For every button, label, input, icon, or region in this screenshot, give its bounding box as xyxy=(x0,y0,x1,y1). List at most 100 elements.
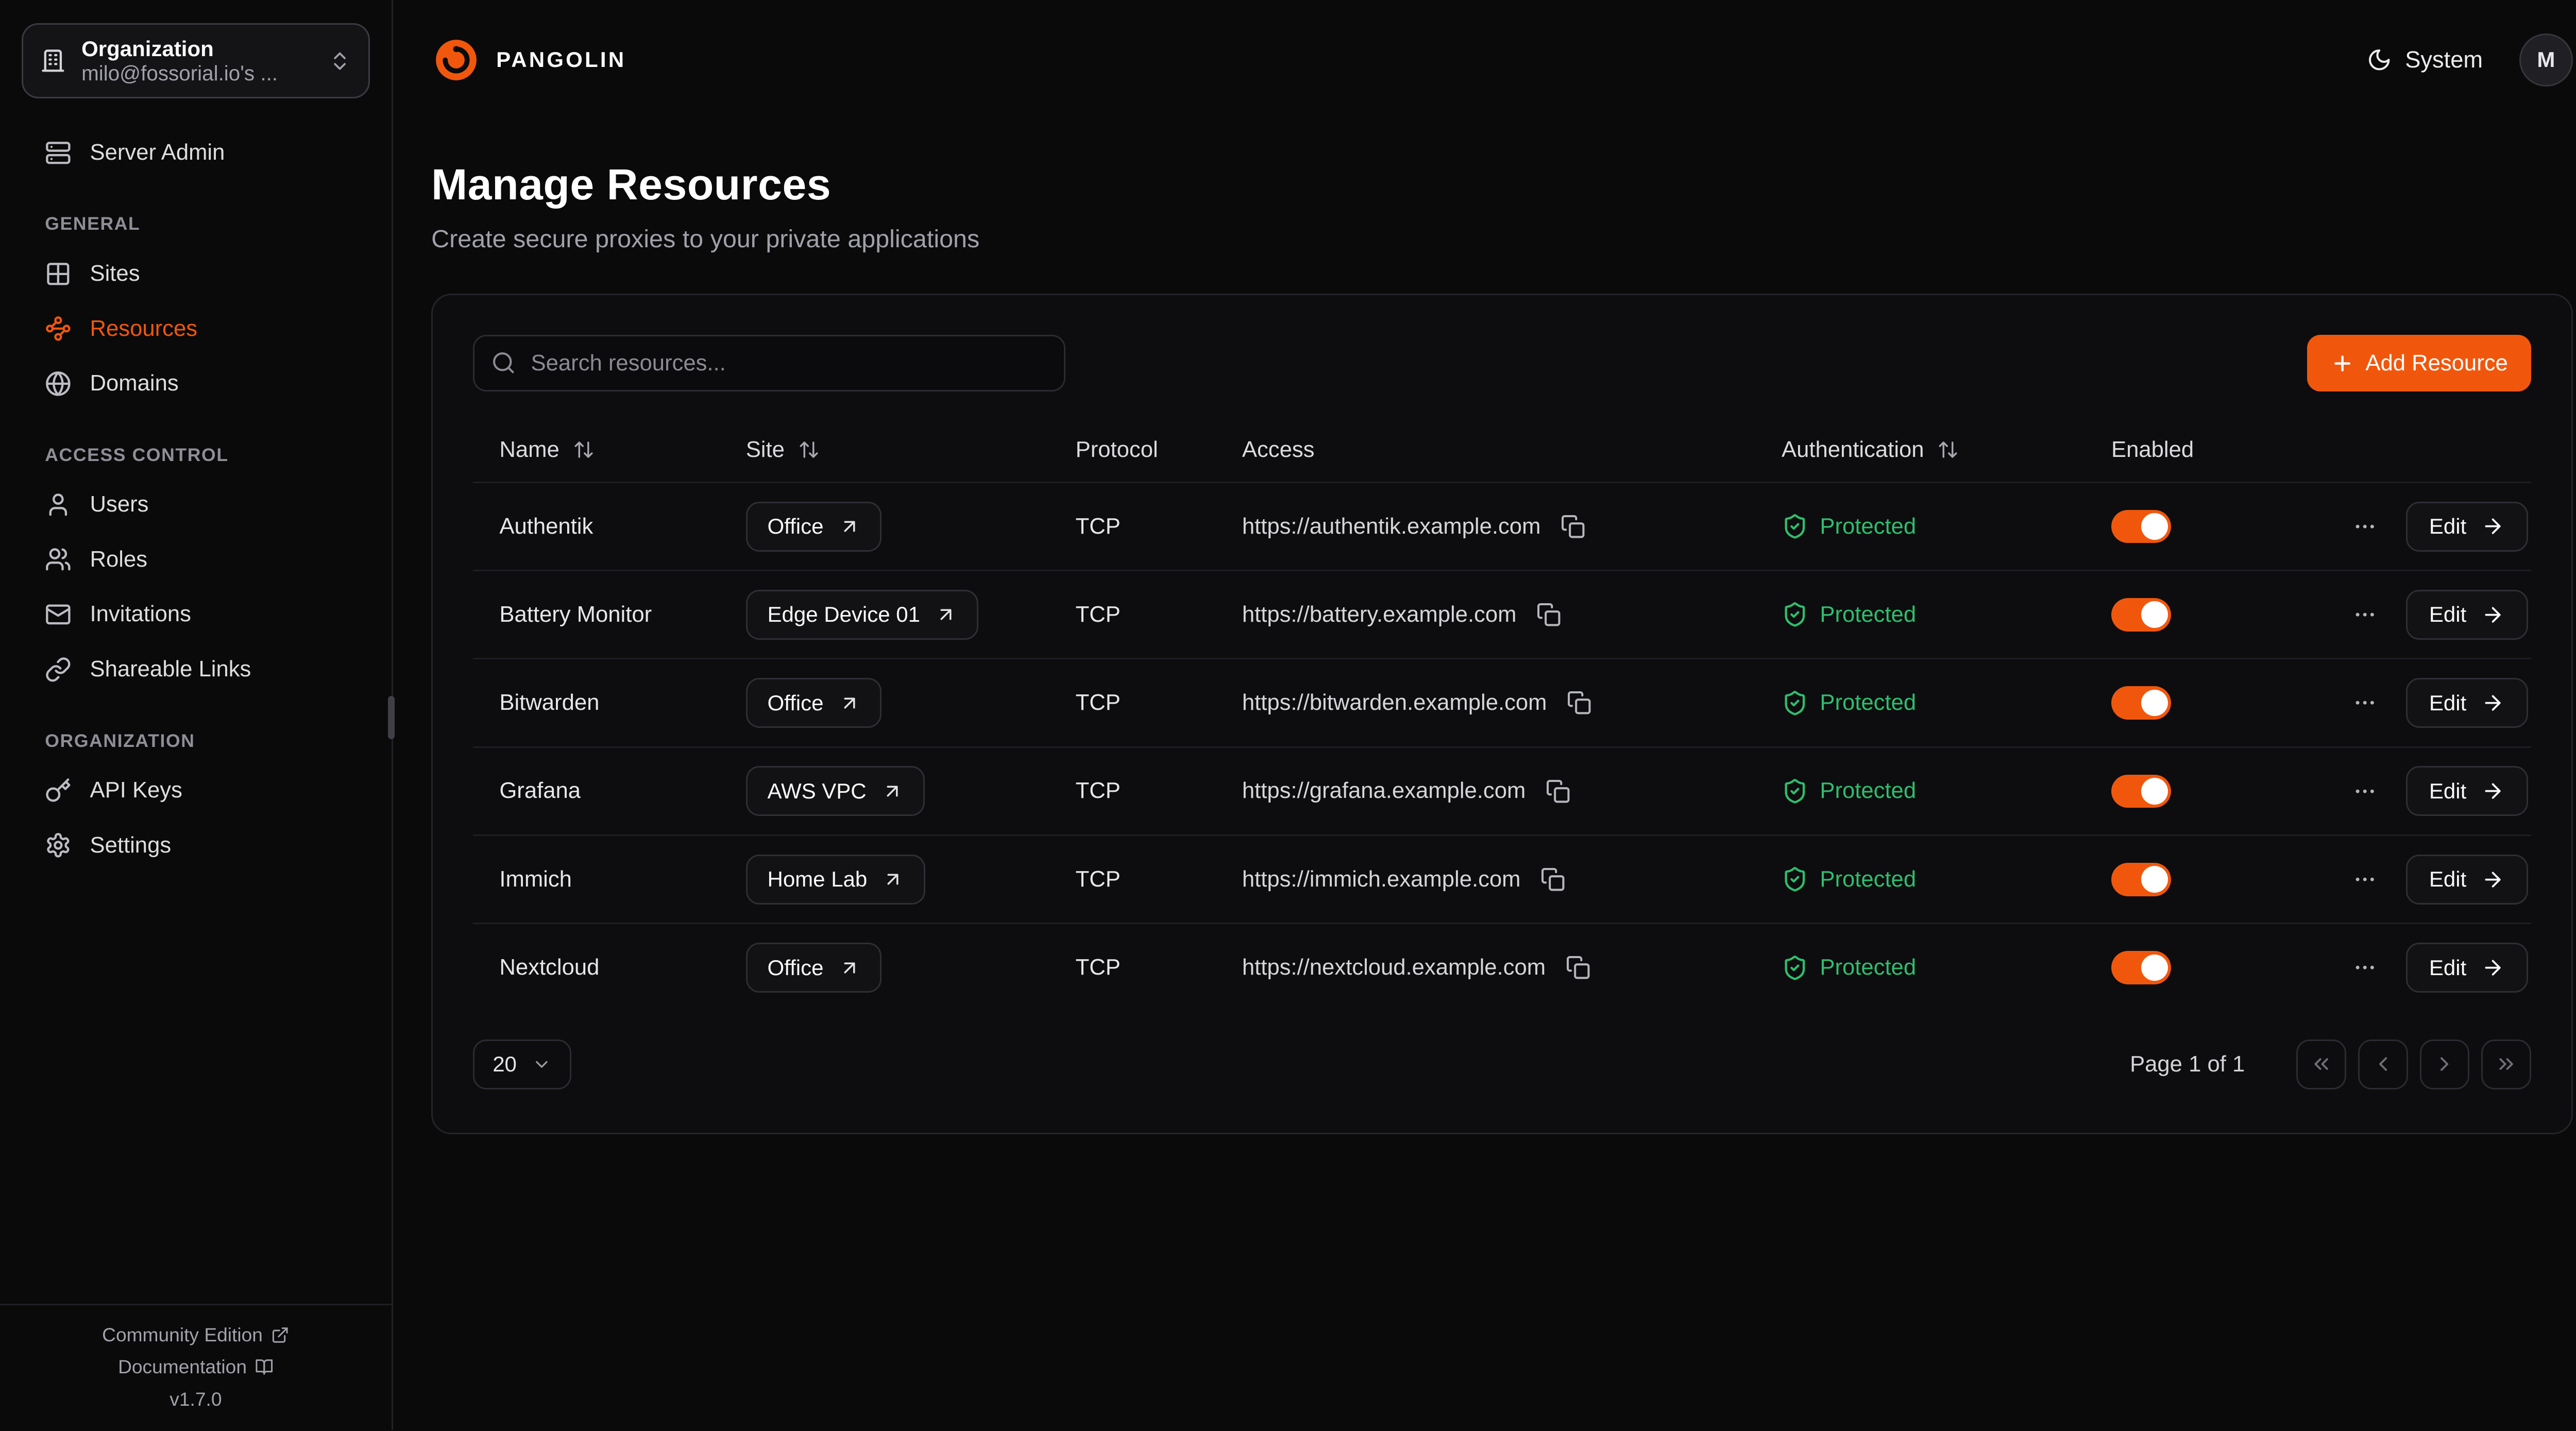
copy-url-button[interactable] xyxy=(1539,772,1577,810)
enabled-toggle[interactable] xyxy=(2111,863,2171,896)
sort-name-button[interactable] xyxy=(569,436,598,464)
last-page-button[interactable] xyxy=(2481,1040,2531,1089)
site-link-button[interactable]: AWS VPC xyxy=(746,766,925,816)
site-link-button[interactable]: Home Lab xyxy=(746,855,925,905)
topbar-right: System M xyxy=(2367,33,2573,87)
avatar[interactable]: M xyxy=(2519,33,2572,87)
org-text: Organization milo@fossorial.io's ... xyxy=(81,37,313,86)
actions-cell: Edit xyxy=(2321,943,2531,993)
toggle-knob xyxy=(2141,955,2168,981)
column-label: Access xyxy=(1242,437,1315,463)
sidebar-item-label: Server Admin xyxy=(90,140,225,165)
site-link-button[interactable]: Office xyxy=(746,943,882,993)
row-menu-button[interactable] xyxy=(2346,772,2384,810)
chevron-down-icon xyxy=(532,1054,552,1075)
column-label: Enabled xyxy=(2111,437,2194,463)
edit-label: Edit xyxy=(2429,956,2466,980)
edit-label: Edit xyxy=(2429,514,2466,539)
authentication-cell: Protected xyxy=(1755,866,2084,893)
search-input[interactable] xyxy=(473,335,1066,391)
auth-status: Protected xyxy=(1820,602,1916,627)
edit-button[interactable]: Edit xyxy=(2406,855,2528,905)
row-menu-button[interactable] xyxy=(2346,595,2384,634)
authentication-cell: Protected xyxy=(1755,955,2084,981)
resource-protocol: TCP xyxy=(1049,955,1215,980)
table-row: Immich Home Lab TCP https://immich.examp… xyxy=(473,834,2531,923)
first-page-button[interactable] xyxy=(2296,1040,2346,1089)
site-link-button[interactable]: Office xyxy=(746,502,882,552)
copy-url-button[interactable] xyxy=(1530,595,1568,634)
sidebar-item-invitations[interactable]: Invitations xyxy=(0,587,392,642)
row-menu-button[interactable] xyxy=(2346,860,2384,898)
moon-icon xyxy=(2367,47,2392,72)
sidebar-item-label: Roles xyxy=(90,547,148,572)
copy-url-button[interactable] xyxy=(1559,948,1597,986)
enabled-toggle[interactable] xyxy=(2111,951,2171,984)
row-menu-button[interactable] xyxy=(2346,507,2384,546)
resource-url: https://bitwarden.example.com xyxy=(1242,690,1547,716)
sidebar-item-roles[interactable]: Roles xyxy=(0,532,392,587)
actions-cell: Edit xyxy=(2321,678,2531,728)
sidebar: Organization milo@fossorial.io's ... Ser… xyxy=(0,0,393,1430)
community-edition-link[interactable]: Community Edition xyxy=(102,1324,290,1346)
page-size-select[interactable]: 20 xyxy=(473,1040,572,1089)
edit-button[interactable]: Edit xyxy=(2406,678,2528,728)
column-header-access: Access xyxy=(1215,437,1755,463)
copy-icon xyxy=(1540,867,1565,892)
table-header: Name Site Protocol Access Authentication… xyxy=(473,418,2531,482)
chevrons-right-icon xyxy=(2495,1052,2518,1076)
site-name: AWS VPC xyxy=(767,779,866,804)
edit-button[interactable]: Edit xyxy=(2406,943,2528,993)
enabled-toggle[interactable] xyxy=(2111,510,2171,543)
app-window: Organization milo@fossorial.io's ... Ser… xyxy=(0,0,2576,1430)
sort-site-button[interactable] xyxy=(794,436,823,464)
sidebar-item-sites[interactable]: Sites xyxy=(0,246,392,301)
site-link-button[interactable]: Office xyxy=(746,678,882,728)
resource-name: Nextcloud xyxy=(473,955,719,980)
site-cell: Office xyxy=(719,678,1049,728)
site-link-button[interactable]: Edge Device 01 xyxy=(746,590,978,640)
copy-url-button[interactable] xyxy=(1560,684,1598,722)
row-menu-button[interactable] xyxy=(2346,684,2384,722)
add-resource-button[interactable]: Add Resource xyxy=(2307,335,2531,391)
sort-authentication-button[interactable] xyxy=(1934,436,1962,464)
resource-name: Authentik xyxy=(473,514,719,539)
sidebar-item-settings[interactable]: Settings xyxy=(0,818,392,873)
auth-status: Protected xyxy=(1820,778,1916,804)
next-page-button[interactable] xyxy=(2420,1040,2470,1089)
sidebar-item-shareable-links[interactable]: Shareable Links xyxy=(0,642,392,697)
sidebar-item-resources[interactable]: Resources xyxy=(0,301,392,356)
sidebar-item-users[interactable]: Users xyxy=(0,477,392,532)
edit-button[interactable]: Edit xyxy=(2406,766,2528,816)
copy-url-button[interactable] xyxy=(1534,860,1572,898)
resource-url: https://authentik.example.com xyxy=(1242,514,1541,539)
enabled-toggle[interactable] xyxy=(2111,598,2171,632)
arrow-up-right-icon xyxy=(839,957,860,979)
sidebar-item-server-admin[interactable]: Server Admin xyxy=(0,125,392,180)
sidebar-resize-handle[interactable] xyxy=(388,696,395,739)
sidebar-item-domains[interactable]: Domains xyxy=(0,356,392,411)
enabled-cell xyxy=(2084,775,2321,808)
site-cell: Edge Device 01 xyxy=(719,590,1049,640)
authentication-cell: Protected xyxy=(1755,513,2084,540)
actions-cell: Edit xyxy=(2321,590,2531,640)
toggle-knob xyxy=(2141,778,2168,805)
copy-icon xyxy=(1566,955,1590,980)
edit-button[interactable]: Edit xyxy=(2406,502,2528,552)
site-name: Office xyxy=(767,956,823,980)
previous-page-button[interactable] xyxy=(2358,1040,2408,1089)
ellipsis-icon xyxy=(2352,867,2377,892)
actions-cell: Edit xyxy=(2321,766,2531,816)
sidebar-item-api-keys[interactable]: API Keys xyxy=(0,763,392,818)
waypoints-icon xyxy=(45,315,72,342)
row-menu-button[interactable] xyxy=(2346,948,2384,986)
theme-toggle-button[interactable]: System xyxy=(2367,46,2483,73)
copy-url-button[interactable] xyxy=(1554,507,1592,546)
org-selector[interactable]: Organization milo@fossorial.io's ... xyxy=(22,23,370,98)
documentation-link[interactable]: Documentation xyxy=(118,1356,274,1378)
edit-button[interactable]: Edit xyxy=(2406,590,2528,640)
enabled-toggle[interactable] xyxy=(2111,775,2171,808)
pangolin-logo xyxy=(431,35,481,85)
enabled-toggle[interactable] xyxy=(2111,686,2171,720)
search-icon xyxy=(491,350,516,375)
